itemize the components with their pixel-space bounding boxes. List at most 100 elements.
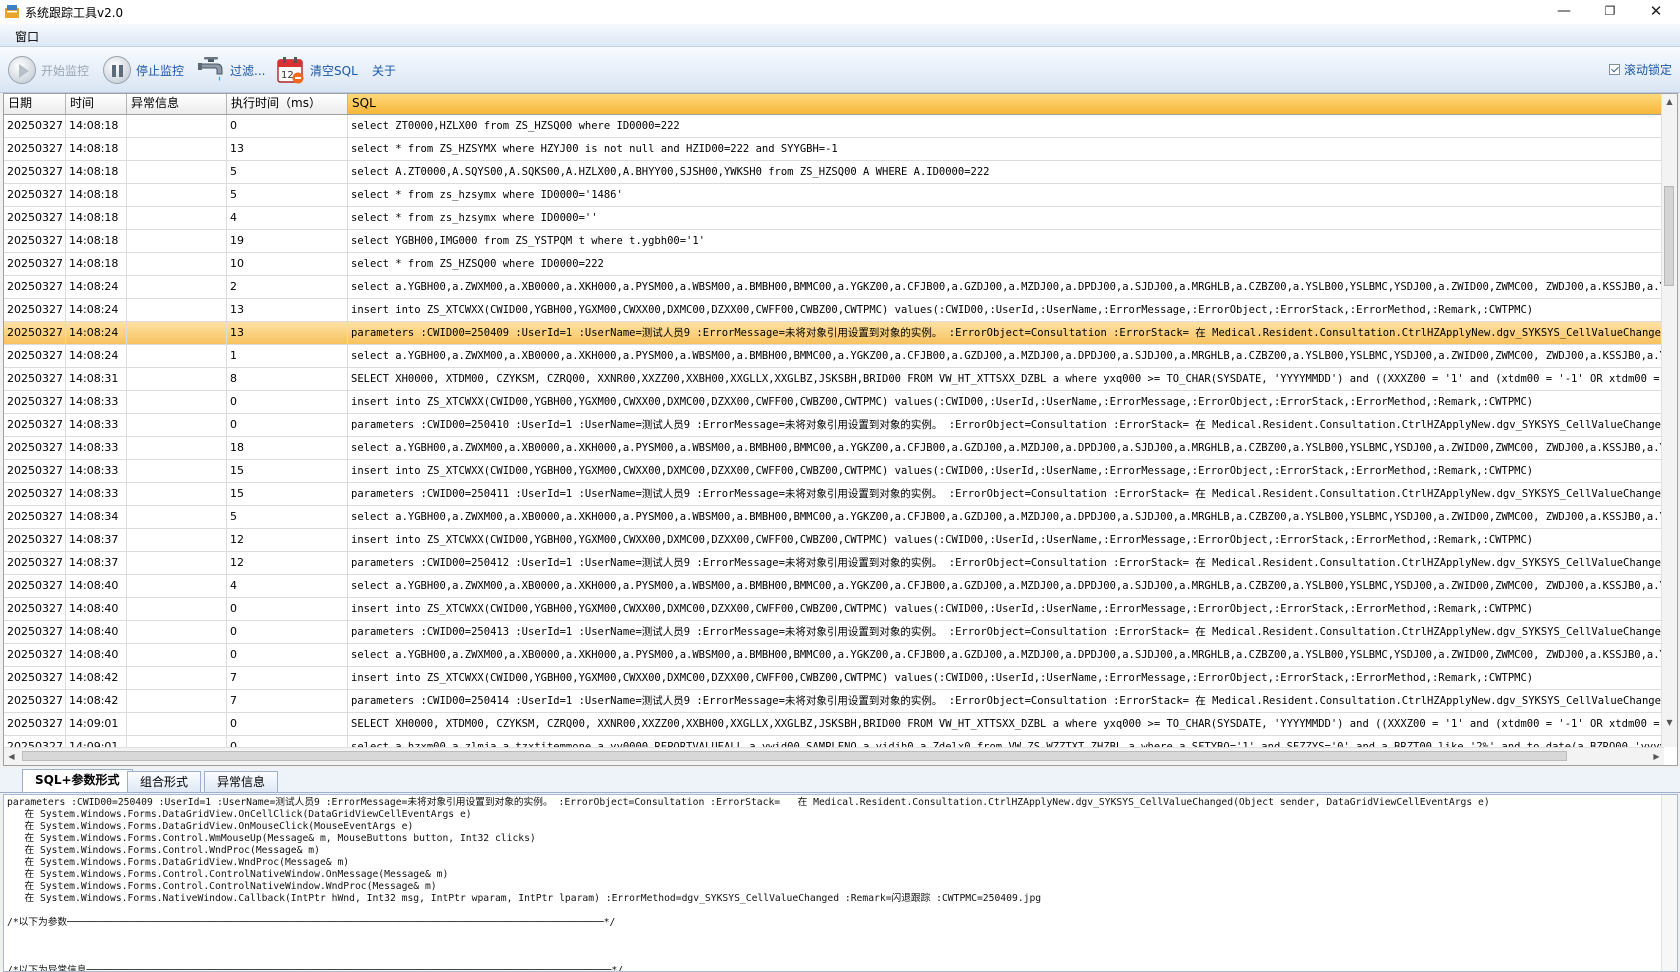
time-cell[interactable]: 14:08:33: [66, 483, 127, 505]
sql-cell[interactable]: select A.ZT0000,A.SQYS00,A.SQKS00,A.HZLX…: [348, 161, 1664, 183]
exception-cell[interactable]: [127, 276, 227, 298]
time-cell[interactable]: 14:08:18: [66, 161, 127, 183]
date-cell[interactable]: 20250327: [4, 207, 66, 229]
date-cell[interactable]: 20250327: [4, 437, 66, 459]
duration-cell[interactable]: 18: [227, 437, 348, 459]
table-row[interactable]: 20250327 14:09:01 0 SELECT XH0000, XTDM00, …: [4, 713, 1664, 736]
date-cell[interactable]: 20250327: [4, 621, 66, 643]
duration-cell[interactable]: 0: [227, 414, 348, 436]
start-monitor-button[interactable]: 开始监控: [8, 55, 89, 85]
duration-cell[interactable]: 15: [227, 460, 348, 482]
sql-cell[interactable]: select * from zs_hzsymx where ID0000='': [348, 207, 1664, 229]
sql-cell[interactable]: select a.hzxm00,a.zlmja,a.tzxtitemmone,a…: [348, 736, 1664, 747]
date-cell[interactable]: 20250327: [4, 138, 66, 160]
sql-cell[interactable]: select a.YGBH00,a.ZWXM00,a.XB0000,a.XKH0…: [348, 437, 1664, 459]
time-cell[interactable]: 14:08:18: [66, 253, 127, 275]
table-row[interactable]: 20250327 14:08:33 18 select a.YGBH00,a.ZWXM…: [4, 437, 1664, 460]
minimize-button[interactable]: —: [1541, 0, 1587, 24]
exception-cell[interactable]: [127, 483, 227, 505]
title-bar[interactable]: 系统跟踪工具v2.0 — ❐ ✕: [0, 0, 1680, 24]
sql-cell[interactable]: SELECT XH0000, XTDM00, CZYKSM, CZRQ00, X…: [348, 713, 1664, 735]
detail-vertical-scrollbar[interactable]: [1661, 795, 1677, 971]
time-cell[interactable]: 14:08:18: [66, 207, 127, 229]
sql-cell[interactable]: insert into ZS_XTCWXX(CWID00,YGBH00,YGXM…: [348, 460, 1664, 482]
time-cell[interactable]: 14:08:24: [66, 276, 127, 298]
duration-cell[interactable]: 0: [227, 644, 348, 666]
exception-cell[interactable]: [127, 322, 227, 344]
table-row[interactable]: 20250327 14:08:37 12 parameters :CWID00=250…: [4, 552, 1664, 575]
sql-cell[interactable]: insert into ZS_XTCWXX(CWID00,YGBH00,YGXM…: [348, 529, 1664, 551]
exception-cell[interactable]: [127, 207, 227, 229]
table-row[interactable]: 20250327 14:08:24 13 parameters :CWID00=250…: [4, 322, 1664, 345]
duration-cell[interactable]: 0: [227, 115, 348, 137]
table-row[interactable]: 20250327 14:08:18 10 select * from ZS_HZSQ0…: [4, 253, 1664, 276]
time-cell[interactable]: 14:08:42: [66, 667, 127, 689]
date-cell[interactable]: 20250327: [4, 529, 66, 551]
scroll-lock-checkbox[interactable]: 滚动锁定: [1608, 61, 1672, 78]
table-row[interactable]: 20250327 14:09:01 0 select a.hzxm00,a.zlmja…: [4, 736, 1664, 747]
tab-sql-params[interactable]: SQL+参数形式: [22, 769, 133, 792]
exception-cell[interactable]: [127, 184, 227, 206]
exception-cell[interactable]: [127, 230, 227, 252]
table-row[interactable]: 20250327 14:08:18 19 select YGBH00,IMG000 f…: [4, 230, 1664, 253]
sql-cell[interactable]: parameters :CWID00=250409 :UserId=1 :Use…: [348, 322, 1664, 344]
time-cell[interactable]: 14:08:37: [66, 529, 127, 551]
detail-text[interactable]: parameters :CWID00=250409 :UserId=1 :Use…: [4, 795, 1677, 971]
exception-cell[interactable]: [127, 529, 227, 551]
time-cell[interactable]: 14:08:24: [66, 299, 127, 321]
date-cell[interactable]: 20250327: [4, 644, 66, 666]
scroll-thumb[interactable]: [22, 751, 1567, 761]
sql-cell[interactable]: select a.YGBH00,a.ZWXM00,a.XB0000,a.XKH0…: [348, 506, 1664, 528]
duration-cell[interactable]: 0: [227, 621, 348, 643]
time-cell[interactable]: 14:08:42: [66, 690, 127, 712]
exception-cell[interactable]: [127, 161, 227, 183]
sql-cell[interactable]: insert into ZS_XTCWXX(CWID00,YGBH00,YGXM…: [348, 598, 1664, 620]
sql-cell[interactable]: insert into ZS_XTCWXX(CWID00,YGBH00,YGXM…: [348, 299, 1664, 321]
table-row[interactable]: 20250327 14:08:33 0 parameters :CWID00=2504…: [4, 414, 1664, 437]
table-row[interactable]: 20250327 14:08:18 0 select ZT0000,HZLX00 fr…: [4, 115, 1664, 138]
sql-cell[interactable]: select a.YGBH00,a.ZWXM00,a.XB0000,a.XKH0…: [348, 276, 1664, 298]
time-cell[interactable]: 14:08:18: [66, 138, 127, 160]
exception-cell[interactable]: [127, 345, 227, 367]
date-cell[interactable]: 20250327: [4, 483, 66, 505]
scroll-down-icon[interactable]: ▼: [1662, 715, 1677, 730]
duration-cell[interactable]: 0: [227, 713, 348, 735]
clear-sql-button[interactable]: 12 清空SQL: [277, 55, 358, 85]
grid-horizontal-scrollbar[interactable]: ◀ ▶: [4, 747, 1664, 765]
table-row[interactable]: 20250327 14:08:40 0 insert into ZS_XTCWXX(C…: [4, 598, 1664, 621]
duration-cell[interactable]: 13: [227, 138, 348, 160]
time-cell[interactable]: 14:08:24: [66, 345, 127, 367]
duration-cell[interactable]: 4: [227, 207, 348, 229]
time-cell[interactable]: 14:08:40: [66, 575, 127, 597]
duration-cell[interactable]: 8: [227, 368, 348, 390]
time-cell[interactable]: 14:08:40: [66, 621, 127, 643]
date-cell[interactable]: 20250327: [4, 667, 66, 689]
date-cell[interactable]: 20250327: [4, 713, 66, 735]
detail-text-area[interactable]: parameters :CWID00=250409 :UserId=1 :Use…: [3, 794, 1678, 972]
date-cell[interactable]: 20250327: [4, 322, 66, 344]
exception-cell[interactable]: [127, 713, 227, 735]
date-cell[interactable]: 20250327: [4, 460, 66, 482]
table-row[interactable]: 20250327 14:08:37 12 insert into ZS_XTCWXX(…: [4, 529, 1664, 552]
time-cell[interactable]: 14:08:40: [66, 644, 127, 666]
duration-cell[interactable]: 13: [227, 299, 348, 321]
sql-cell[interactable]: insert into ZS_XTCWXX(CWID00,YGBH00,YGXM…: [348, 391, 1664, 413]
time-cell[interactable]: 14:08:18: [66, 184, 127, 206]
table-row[interactable]: 20250327 14:08:33 15 parameters :CWID00=250…: [4, 483, 1664, 506]
table-row[interactable]: 20250327 14:08:18 4 select * from zs_hzsymx…: [4, 207, 1664, 230]
exception-cell[interactable]: [127, 552, 227, 574]
sql-cell[interactable]: SELECT XH0000, XTDM00, CZYKSM, CZRQ00, X…: [348, 368, 1664, 390]
duration-cell[interactable]: 5: [227, 506, 348, 528]
date-cell[interactable]: 20250327: [4, 184, 66, 206]
table-row[interactable]: 20250327 14:08:40 0 select a.YGBH00,a.ZWXM0…: [4, 644, 1664, 667]
sql-cell[interactable]: select a.YGBH00,a.ZWXM00,a.XB0000,a.XKH0…: [348, 345, 1664, 367]
duration-cell[interactable]: 10: [227, 253, 348, 275]
table-row[interactable]: 20250327 14:08:34 5 select a.YGBH00,a.ZWXM0…: [4, 506, 1664, 529]
sql-cell[interactable]: parameters :CWID00=250414 :UserId=1 :Use…: [348, 690, 1664, 712]
filter-button[interactable]: 过滤...: [197, 55, 265, 85]
exception-cell[interactable]: [127, 690, 227, 712]
time-cell[interactable]: 14:08:31: [66, 368, 127, 390]
exception-cell[interactable]: [127, 667, 227, 689]
menu-window[interactable]: 窗口: [15, 28, 39, 45]
scroll-up-icon[interactable]: ▲: [1662, 94, 1677, 109]
